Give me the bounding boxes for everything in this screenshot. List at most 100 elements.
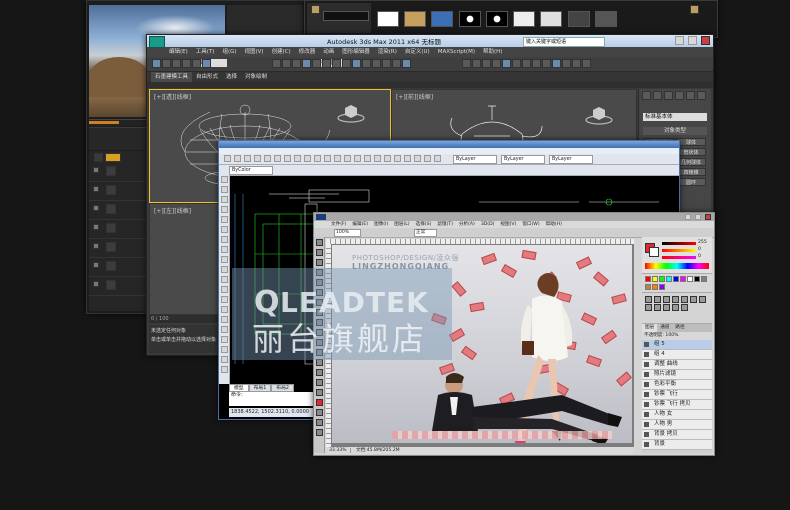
ps-zoom-field[interactable]: 100%	[334, 229, 361, 237]
strip-icon[interactable]	[311, 5, 320, 14]
layer-row[interactable]: 组 4	[642, 350, 712, 360]
max-toolbar-tool-icon[interactable]	[572, 59, 581, 68]
ps-menu-10[interactable]: 帮助(H)	[543, 221, 565, 228]
ps-tool-icon[interactable]	[316, 239, 323, 246]
layer-row[interactable]: 组 5	[642, 340, 712, 350]
track-row[interactable]	[89, 220, 147, 239]
cad-draw-tool-icon[interactable]	[221, 196, 228, 203]
create-primitive-button[interactable]: 管状体	[676, 148, 706, 156]
max-toolbar-tool-icon[interactable]	[322, 59, 331, 68]
max-toolbar-tool-icon[interactable]	[472, 59, 481, 68]
thumb-4[interactable]	[458, 11, 481, 27]
max-ribbon-tab-2[interactable]: 选择	[222, 72, 241, 82]
max-toolbar-tool-icon[interactable]	[402, 59, 411, 68]
max-toolbar-tool-icon[interactable]	[392, 59, 401, 68]
max-toolbar-tool-icon[interactable]	[372, 59, 381, 68]
adjustment-icon[interactable]	[681, 303, 688, 311]
ps-tool-icon[interactable]	[316, 399, 323, 406]
max-toolbar-tool-icon[interactable]	[302, 59, 311, 68]
cad-tool-icon[interactable]	[434, 155, 441, 162]
cad-draw-tool-icon[interactable]	[221, 206, 228, 213]
layer-visibility-icon[interactable]	[644, 432, 649, 437]
ps-menu-4[interactable]: 选择(S)	[413, 221, 435, 228]
adjustment-icon[interactable]	[672, 303, 679, 311]
ps-tool-icon[interactable]	[316, 259, 323, 266]
layer-row[interactable]: 照片滤镜	[642, 370, 712, 380]
layer-row[interactable]: 钞票 飞行	[642, 390, 712, 400]
ps-menu-9[interactable]: 窗口(W)	[519, 221, 542, 228]
layer-visibility-icon[interactable]	[644, 362, 649, 367]
cad-draw-tool-icon[interactable]	[221, 256, 228, 263]
layer-row[interactable]: 钞票 飞行 拷贝	[642, 400, 712, 410]
max-toolbar-tool-icon[interactable]	[152, 59, 161, 68]
cad-tool-icon[interactable]	[254, 155, 261, 162]
layer-row[interactable]: 人物 女	[642, 410, 712, 420]
object-type-header[interactable]: 对象类型	[643, 127, 707, 135]
thumb-3[interactable]	[431, 11, 454, 27]
motion-tab-icon[interactable]	[675, 90, 684, 100]
ps-tool-icon[interactable]	[316, 409, 323, 416]
adjustment-icon[interactable]	[690, 295, 697, 303]
cad-draw-tool-icon[interactable]	[221, 366, 228, 373]
thumb-8[interactable]	[567, 11, 590, 27]
track-row[interactable]	[89, 258, 147, 277]
max-toolbar-tool-icon[interactable]	[582, 59, 591, 68]
strip-field[interactable]	[323, 11, 369, 21]
ps-menu-8[interactable]: 视图(V)	[497, 221, 519, 228]
ps-tool-icon[interactable]	[316, 369, 323, 376]
ps-tool-icon[interactable]	[316, 249, 323, 256]
color-swatch[interactable]	[644, 284, 651, 290]
track-eye-icon[interactable]	[93, 262, 99, 268]
viewport-bottom-left[interactable]: [+][左][线框]	[149, 203, 223, 315]
max-toolbar-tool-icon[interactable]	[192, 59, 201, 68]
max-menu-7[interactable]: 图形编辑器	[338, 47, 374, 57]
color-g-slider[interactable]	[662, 249, 696, 252]
layer-visibility-icon[interactable]	[644, 442, 649, 447]
max-ribbon-tab-0[interactable]: 石墨建模工具	[151, 72, 193, 82]
track-tool-highlight[interactable]	[105, 152, 121, 162]
thumb-9[interactable]	[594, 11, 617, 27]
track-eye-icon[interactable]	[93, 167, 99, 173]
cad-tool-icon[interactable]	[344, 155, 351, 162]
thumb-7[interactable]	[540, 11, 563, 27]
utilities-tab-icon[interactable]	[697, 90, 706, 100]
layer-visibility-icon[interactable]	[644, 392, 649, 397]
cad-draw-tool-icon[interactable]	[221, 216, 228, 223]
color-swatch[interactable]	[658, 284, 665, 290]
max-menu-6[interactable]: 动画	[319, 47, 338, 57]
max-menu-3[interactable]: 视图(V)	[241, 47, 268, 57]
layer-row[interactable]: 色彩平衡	[642, 380, 712, 390]
max-toolbar-tool-icon[interactable]	[532, 59, 541, 68]
ps-menu-2[interactable]: 图像(I)	[371, 221, 391, 228]
max-timeline[interactable]: 0 / 100	[149, 315, 223, 323]
max-toolbar-tool-icon[interactable]	[462, 59, 471, 68]
background-color-swatch[interactable]	[649, 247, 659, 257]
create-primitive-button[interactable]: 四棱锥	[676, 168, 706, 176]
tab-paths[interactable]: 路径	[672, 324, 687, 332]
max-ribbon-tab-3[interactable]: 对象绘制	[241, 72, 271, 82]
maximize-icon[interactable]	[687, 36, 697, 45]
layer-row[interactable]: 背景	[642, 440, 712, 450]
max-menu-2[interactable]: 组(G)	[218, 47, 240, 57]
max-toolbar-tool-icon[interactable]	[182, 59, 191, 68]
cad-layout-tab-1[interactable]: 布局1	[248, 384, 272, 392]
cad-draw-tool-icon[interactable]	[221, 266, 228, 273]
color-b-value[interactable]: 0	[698, 254, 701, 259]
adjustment-icon[interactable]	[654, 303, 661, 311]
track-row[interactable]	[89, 239, 147, 258]
max-toolbar-tool-icon[interactable]	[352, 59, 361, 68]
color-swatch[interactable]	[693, 276, 700, 282]
adjustment-icon[interactable]	[645, 295, 652, 303]
max-search-input[interactable]: 键入关键字或短语	[523, 37, 605, 47]
max-toolbar-tool-icon[interactable]	[272, 59, 281, 68]
ps-menu-3[interactable]: 图层(L)	[391, 221, 412, 228]
color-r-value[interactable]: 255	[698, 240, 707, 245]
create-primitive-button[interactable]: 球体	[676, 138, 706, 146]
max-toolbar-tool-icon[interactable]	[542, 59, 551, 68]
ps-tool-icon[interactable]	[316, 359, 323, 366]
max-menu-11[interactable]: 帮助(H)	[479, 47, 506, 57]
track-row[interactable]	[89, 277, 147, 296]
max-toolbar-tool-icon[interactable]	[312, 59, 321, 68]
track-eye-icon[interactable]	[93, 205, 99, 211]
cad-tool-icon[interactable]	[274, 155, 281, 162]
